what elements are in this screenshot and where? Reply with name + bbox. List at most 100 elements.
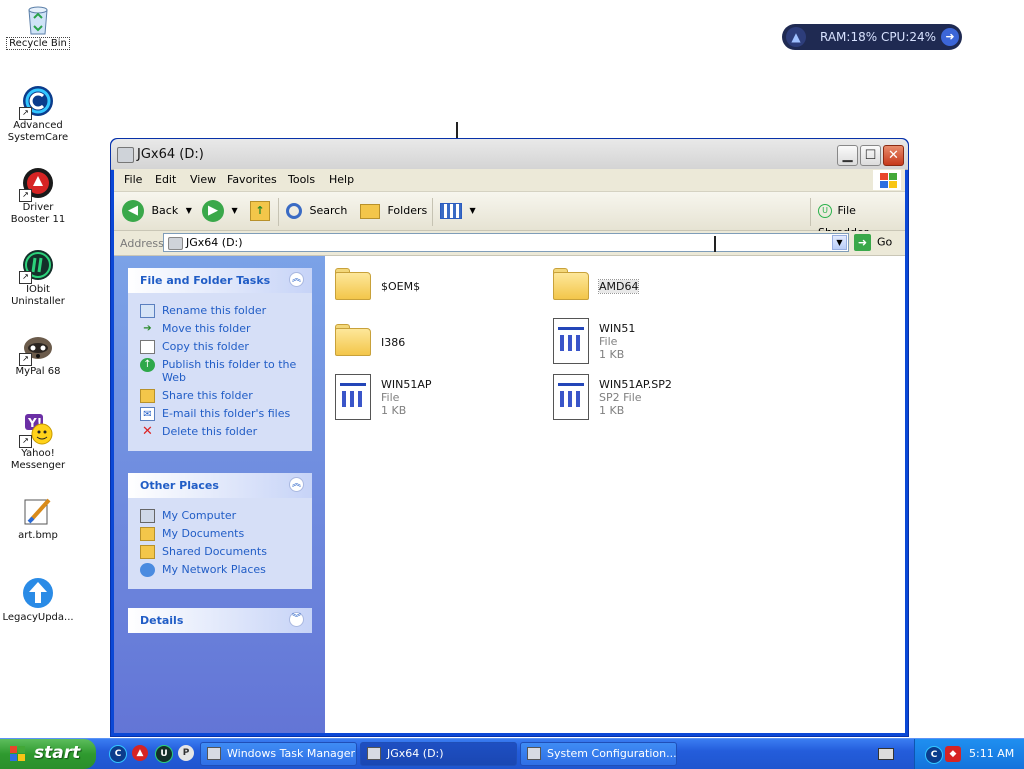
folders-button[interactable]: Folders <box>360 200 427 222</box>
panel-title: File and Folder Tasks <box>140 274 271 287</box>
menu-file[interactable]: File <box>124 173 142 186</box>
tray-shield-icon[interactable]: ◆ <box>945 746 961 762</box>
quicklaunch-uninstaller-icon[interactable]: U <box>155 745 173 763</box>
desktop-icon-mypal[interactable]: ↗ MyPal 68 <box>2 330 74 378</box>
copy-icon <box>140 340 155 354</box>
quicklaunch-pal-icon[interactable]: P <box>178 745 194 761</box>
chevron-down-icon: ▼ <box>469 206 476 215</box>
quicklaunch-systemcare-icon[interactable]: C <box>109 745 127 763</box>
desktop-icon-yahoo-messenger[interactable]: Y! ↗ Yahoo! Messenger <box>2 412 74 472</box>
toolbar: ◀ Back ▼ ▶ ▼ ↑ Search Folders ▼ U File <box>114 192 905 239</box>
file-size: 1 KB <box>599 404 625 417</box>
task-rename-folder[interactable]: Rename this folder <box>140 304 304 318</box>
other-places-panel: Other Places ︽ My Computer My Documents … <box>128 473 312 589</box>
back-label: Back <box>151 204 179 217</box>
desktop-icon-label: Driver Booster 11 <box>10 202 66 225</box>
desktop-icon-art-bmp[interactable]: art.bmp <box>2 494 74 542</box>
taskbar-system-configuration[interactable]: System Configuration... <box>520 742 677 766</box>
panel-header[interactable]: File and Folder Tasks ︽ <box>128 268 312 293</box>
address-input[interactable]: JGx64 (D:) ▼ <box>163 233 849 252</box>
desktop-icon-driver-booster[interactable]: ↗ Driver Booster 11 <box>2 166 74 226</box>
task-pane: File and Folder Tasks ︽ Rename this fold… <box>114 256 325 733</box>
explorer-window[interactable]: JGx64 (D:) ▁ ☐ ✕ File Edit View Favorite… <box>110 138 909 737</box>
go-arrow-icon: ➜ <box>854 234 871 251</box>
task-copy-folder[interactable]: Copy this folder <box>140 340 304 354</box>
desktop-icon-label: LegacyUpda... <box>2 612 74 623</box>
shortcut-arrow-icon: ↗ <box>19 271 32 284</box>
minimize-button[interactable]: ▁ <box>837 145 858 166</box>
task-manager-icon <box>207 747 221 760</box>
address-label: Address <box>120 237 164 250</box>
system-tray: C ◆ 5:11 AM <box>914 739 1024 769</box>
rocket-icon: ▲ <box>786 27 806 47</box>
quicklaunch-driver-booster-icon[interactable]: ▲ <box>132 745 148 761</box>
system-monitor-widget[interactable]: ▲ RAM:18% CPU:24% ➜ <box>782 24 962 50</box>
chevron-down-icon: ▼ <box>185 206 192 215</box>
task-delete-folder[interactable]: ✕ Delete this folder <box>140 425 304 439</box>
shortcut-arrow-icon: ↗ <box>19 435 32 448</box>
up-folder-button[interactable]: ↑ <box>250 200 270 222</box>
file-size: 1 KB <box>381 404 407 417</box>
place-my-network-places[interactable]: My Network Places <box>140 563 304 577</box>
place-my-documents[interactable]: My Documents <box>140 527 304 541</box>
email-icon: ✉ <box>140 407 155 421</box>
panel-header[interactable]: Details ︾ <box>128 608 312 633</box>
file-name: WIN51AP <box>381 378 432 391</box>
title-bar[interactable]: JGx64 (D:) ▁ ☐ ✕ <box>111 139 908 170</box>
taskbar-explorer[interactable]: JGx64 (D:) <box>360 742 517 766</box>
task-move-folder[interactable]: ➔ Move this folder <box>140 322 304 335</box>
menu-favorites[interactable]: Favorites <box>227 173 277 186</box>
task-share-folder[interactable]: Share this folder <box>140 389 304 403</box>
desktop-icon-iobit-uninstaller[interactable]: ↗ IObit Uninstaller <box>2 248 74 308</box>
menu-edit[interactable]: Edit <box>155 173 176 186</box>
place-my-computer[interactable]: My Computer <box>140 509 304 523</box>
tray-systemcare-icon[interactable]: C <box>925 746 943 764</box>
task-publish-web[interactable]: ↑ Publish this folder to the Web <box>140 358 304 384</box>
maximize-button[interactable]: ☐ <box>860 145 881 166</box>
folder-item[interactable]: I386 <box>333 322 533 372</box>
task-email-files[interactable]: ✉ E-mail this folder's files <box>140 407 304 421</box>
driver-booster-icon: ↗ <box>19 166 55 202</box>
back-button[interactable]: ◀ Back ▼ <box>122 200 192 222</box>
folder-item[interactable]: $OEM$ <box>333 266 533 316</box>
views-button[interactable]: ▼ <box>440 200 476 222</box>
collapse-icon[interactable]: ︽ <box>289 477 304 492</box>
panel-header[interactable]: Other Places ︽ <box>128 473 312 498</box>
address-bar: Address JGx64 (D:) ▼ ➜ Go <box>114 231 905 256</box>
menu-tools[interactable]: Tools <box>288 173 315 186</box>
file-name: WIN51 <box>599 322 636 335</box>
folder-item[interactable]: AMD64 <box>551 266 751 316</box>
taskbar-task-manager[interactable]: Windows Task Manager <box>200 742 357 766</box>
menu-help[interactable]: Help <box>329 173 354 186</box>
ram-cpu-readout: RAM:18% CPU:24% <box>820 30 937 44</box>
documents-folder-icon <box>140 527 155 541</box>
desktop-icon-advanced-systemcare[interactable]: ↗ Advanced SystemCare <box>2 84 74 144</box>
file-name: $OEM$ <box>381 280 421 293</box>
close-button[interactable]: ✕ <box>883 145 904 166</box>
file-list: $OEM$ AMD64 I386 WIN51 File 1 KB WIN51AP… <box>325 256 905 733</box>
share-folder-icon <box>140 389 155 403</box>
go-button[interactable]: ➜ Go <box>854 234 892 251</box>
place-shared-documents[interactable]: Shared Documents <box>140 545 304 559</box>
collapse-icon[interactable]: ︽ <box>289 272 304 287</box>
forward-button[interactable]: ▶ ▼ <box>202 200 238 222</box>
file-shredder-button[interactable]: U File Shredder <box>818 200 905 239</box>
desktop-icon-label: Recycle Bin <box>6 37 70 50</box>
address-dropdown-button[interactable]: ▼ <box>832 235 847 250</box>
shredder-icon: U <box>818 204 832 218</box>
file-icon <box>333 374 373 420</box>
file-item[interactable]: WIN51AP File 1 KB <box>333 374 533 424</box>
expand-icon[interactable]: ︾ <box>289 612 304 627</box>
clock[interactable]: 5:11 AM <box>969 747 1014 760</box>
start-button[interactable]: start <box>0 739 96 769</box>
file-item[interactable]: WIN51 File 1 KB <box>551 318 751 368</box>
keyboard-icon[interactable] <box>878 748 894 760</box>
search-button[interactable]: Search <box>286 200 347 222</box>
task-label: JGx64 (D:) <box>387 747 444 760</box>
search-label: Search <box>309 204 348 217</box>
file-item[interactable]: WIN51AP.SP2 SP2 File 1 KB <box>551 374 751 424</box>
arrow-right-icon[interactable]: ➜ <box>941 28 959 46</box>
menu-view[interactable]: View <box>190 173 216 186</box>
desktop-icon-legacy-update[interactable]: LegacyUpda... <box>2 576 74 624</box>
desktop-icon-recycle-bin[interactable]: Recycle Bin <box>2 2 74 50</box>
